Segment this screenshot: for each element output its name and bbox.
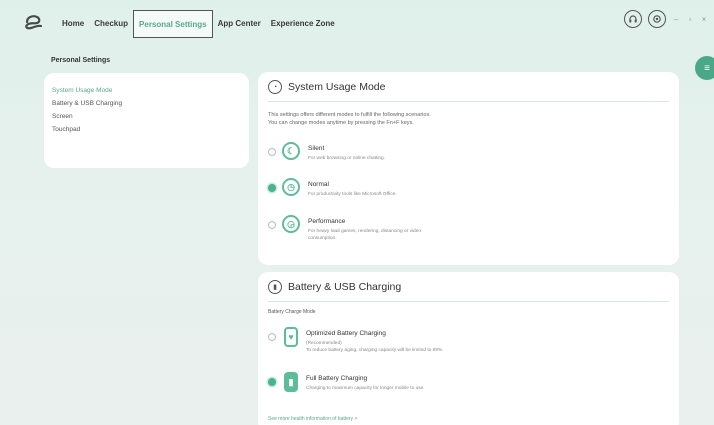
floating-assistant-icon[interactable]: ≡ xyxy=(695,56,714,80)
option-normal[interactable]: ◷ Normal For productivity tools like Mic… xyxy=(268,178,397,199)
settings-sidebar: System Usage Mode Battery & USB Charging… xyxy=(44,73,249,168)
option-performance[interactable]: ◶ Performance For heavy load games, rend… xyxy=(268,215,421,242)
app-logo-icon[interactable] xyxy=(24,13,44,31)
subtitle-line: To reduce battery aging, charging capaci… xyxy=(306,347,444,353)
battery-full-icon: ▮ xyxy=(284,372,298,392)
subtitle-line: For heavy load games, rendering, distanc… xyxy=(308,229,422,234)
usage-mode-card: ◔ System Usage Mode This settings offers… xyxy=(258,72,679,265)
battery-card: ▮ Battery & USB Charging Battery Charge … xyxy=(258,272,679,425)
nav-home[interactable]: Home xyxy=(57,10,89,38)
sidebar-item-screen[interactable]: Screen xyxy=(52,111,241,122)
option-subtitle: For heavy load games, rendering, distanc… xyxy=(308,229,421,242)
radio-performance[interactable] xyxy=(268,221,276,229)
option-subtitle: (Recommended) To reduce battery aging, c… xyxy=(306,341,444,354)
nav-personal-settings[interactable]: Personal Settings xyxy=(133,10,213,38)
nav-app-center[interactable]: App Center xyxy=(213,10,266,38)
usage-mode-header: ◔ System Usage Mode xyxy=(268,80,385,94)
battery-mode-label: Battery Charge Mode xyxy=(268,309,316,315)
option-full-charging[interactable]: ▮ Full Battery Charging Charging to maxi… xyxy=(268,372,425,393)
maximize-button[interactable]: ▫ xyxy=(686,15,694,24)
option-title: Normal xyxy=(308,181,329,188)
option-optimized-charging[interactable]: ♥ Optimized Battery Charging (Recommende… xyxy=(268,327,444,354)
option-title: Full Battery Charging xyxy=(306,375,368,382)
option-title: Optimized Battery Charging xyxy=(306,330,386,337)
radio-normal[interactable] xyxy=(268,184,276,192)
option-subtitle: For web browsing or online chatting. xyxy=(308,156,386,161)
moon-icon: ☾ xyxy=(282,142,300,160)
settings-gear-icon[interactable] xyxy=(648,10,666,28)
minimize-button[interactable]: – xyxy=(672,15,680,24)
radio-optimized-charging[interactable] xyxy=(268,333,276,341)
description-line: This settings offers different modes to … xyxy=(268,112,431,118)
speedometer-icon: ◔ xyxy=(268,80,282,94)
nav-checkup[interactable]: Checkup xyxy=(89,10,133,38)
subtitle-line: consumption. xyxy=(308,235,337,241)
usage-mode-description: This settings offers different modes to … xyxy=(268,111,431,127)
window-controls: – ▫ × xyxy=(624,10,708,28)
option-title: Performance xyxy=(308,218,346,225)
option-silent[interactable]: ☾ Silent For web browsing or online chat… xyxy=(268,142,385,163)
top-bar: Home Checkup Personal Settings App Cente… xyxy=(0,0,714,46)
sidebar-item-touchpad[interactable]: Touchpad xyxy=(52,124,241,135)
performance-gauge-icon: ◶ xyxy=(282,215,300,233)
option-subtitle: For productivity tools like Microsoft Of… xyxy=(308,192,397,197)
headset-icon[interactable] xyxy=(624,10,642,28)
battery-heart-icon: ♥ xyxy=(284,327,298,347)
divider xyxy=(268,301,669,302)
option-subtitle: Charging to maximum capacity for longer … xyxy=(306,386,425,391)
main-nav: Home Checkup Personal Settings App Cente… xyxy=(57,10,340,38)
description-line: You can change modes anytime by pressing… xyxy=(268,120,414,126)
usage-mode-title: System Usage Mode xyxy=(288,81,386,93)
option-title: Silent xyxy=(308,145,325,152)
battery-header: ▮ Battery & USB Charging xyxy=(268,280,401,294)
battery-health-link[interactable]: See more health information of battery > xyxy=(268,416,357,422)
gauge-icon: ◷ xyxy=(282,178,300,196)
radio-full-charging[interactable] xyxy=(268,378,276,386)
sidebar-item-system-usage-mode[interactable]: System Usage Mode xyxy=(52,85,241,96)
sidebar-item-battery-usb[interactable]: Battery & USB Charging xyxy=(52,98,241,109)
divider xyxy=(268,101,669,102)
radio-silent[interactable] xyxy=(268,148,276,156)
close-button[interactable]: × xyxy=(700,15,708,24)
battery-settings-icon: ▮ xyxy=(268,280,282,294)
page-title: Personal Settings xyxy=(51,57,111,64)
battery-title: Battery & USB Charging xyxy=(288,281,402,293)
nav-experience-zone[interactable]: Experience Zone xyxy=(266,10,340,38)
